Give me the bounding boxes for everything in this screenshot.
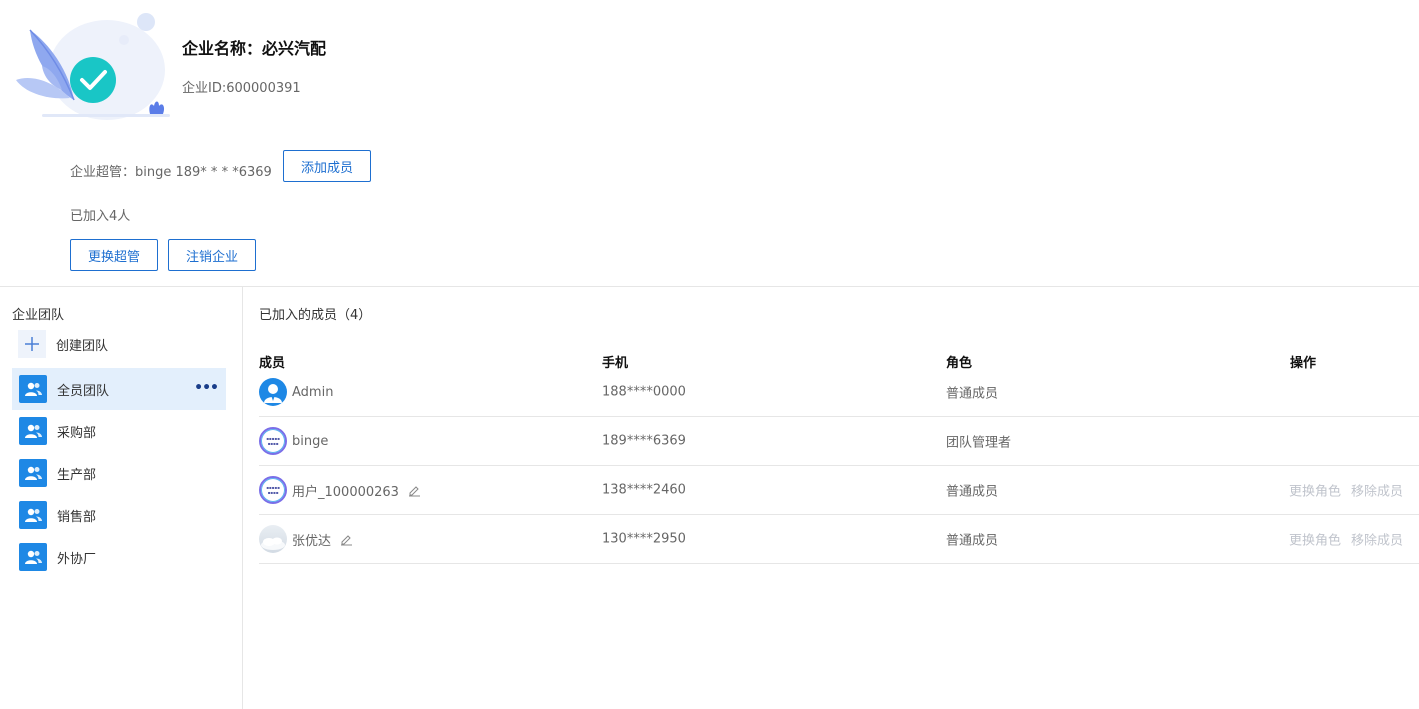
member-row: 张优达 130****2950 普通成员 更换角色 移除成员 xyxy=(259,515,1419,564)
member-phone: 130****2950 xyxy=(602,531,686,547)
member-role: 团队管理者 xyxy=(946,435,1012,451)
team-label: 生产部 xyxy=(57,467,97,483)
member-row: ▪▪▪▪▪ ▪▪▪▪ 用户_100000263 138****2460 普通成员 … xyxy=(259,466,1419,515)
edit-name-icon[interactable] xyxy=(408,484,421,497)
member-role: 普通成员 xyxy=(946,386,999,402)
change-role-link[interactable]: 更换角色 xyxy=(1289,481,1341,500)
member-phone: 189****6369 xyxy=(602,433,686,449)
remove-member-link[interactable]: 移除成员 xyxy=(1351,530,1403,549)
members-title: 已加入的成员（4） xyxy=(259,308,372,323)
member-cell: Admin xyxy=(259,378,333,406)
team-label: 销售部 xyxy=(57,509,97,525)
switch-admin-button[interactable]: 更换超管 xyxy=(70,239,158,271)
remove-member-link[interactable]: 移除成员 xyxy=(1351,481,1403,500)
team-icon xyxy=(19,501,47,529)
logo-avatar: ▪▪▪▪▪ ▪▪▪▪ xyxy=(259,476,287,504)
sidebar-title: 企业团队 xyxy=(12,308,65,323)
member-name: binge xyxy=(292,433,329,449)
company-name: 企业名称：必兴汽配 xyxy=(182,39,327,58)
plus-icon xyxy=(18,330,46,358)
cloud-avatar xyxy=(259,525,287,553)
team-label: 外协厂 xyxy=(57,551,97,567)
member-row: ▪▪▪▪▪ ▪▪▪▪ binge 189****6369 团队管理者 xyxy=(259,417,1419,466)
member-role: 普通成员 xyxy=(946,484,999,500)
company-verified-illustration xyxy=(12,8,177,124)
member-actions: 更换角色 移除成员 xyxy=(1289,530,1413,549)
member-row: Admin 188****0000 普通成员 xyxy=(259,368,1419,417)
change-role-link[interactable]: 更换角色 xyxy=(1289,530,1341,549)
create-team-button[interactable]: 创建团队 xyxy=(18,329,108,359)
member-role: 普通成员 xyxy=(946,533,999,549)
create-team-label: 创建团队 xyxy=(56,338,109,354)
team-label: 全员团队 xyxy=(57,383,110,399)
sidebar-team-all[interactable]: 全员团队 ••• xyxy=(12,368,226,410)
add-member-button[interactable]: 添加成员 xyxy=(283,150,371,182)
member-actions: 更换角色 移除成员 xyxy=(1289,481,1413,500)
sidebar-team-outsourcing[interactable]: 外协厂 xyxy=(12,536,226,578)
admin-avatar xyxy=(259,378,287,406)
member-phone: 188****0000 xyxy=(602,384,686,400)
edit-name-icon[interactable] xyxy=(340,533,353,546)
team-label: 采购部 xyxy=(57,425,97,441)
sidebar-team-sales[interactable]: 销售部 xyxy=(12,494,226,536)
member-name: Admin xyxy=(292,384,334,400)
team-icon xyxy=(19,375,47,403)
joined-count: 已加入4人 xyxy=(70,209,131,224)
team-icon xyxy=(19,543,47,571)
member-cell: 张优达 xyxy=(259,525,353,553)
team-icon xyxy=(19,459,47,487)
section-divider xyxy=(0,286,1419,287)
super-admin-info: 企业超管：binge 189* * * *6369 xyxy=(70,165,272,180)
member-name: 用户_100000263 xyxy=(292,484,399,500)
team-icon xyxy=(19,417,47,445)
cancel-company-button[interactable]: 注销企业 xyxy=(168,239,256,271)
sidebar-divider xyxy=(242,287,243,709)
member-phone: 138****2460 xyxy=(602,482,686,498)
member-cell: ▪▪▪▪▪ ▪▪▪▪ 用户_100000263 xyxy=(259,476,421,504)
member-name: 张优达 xyxy=(292,533,332,549)
logo-avatar: ▪▪▪▪▪ ▪▪▪▪ xyxy=(259,427,287,455)
sidebar-team-purchasing[interactable]: 采购部 xyxy=(12,410,226,452)
more-icon[interactable]: ••• xyxy=(194,380,219,396)
company-id: 企业ID:600000391 xyxy=(182,81,301,96)
sidebar-team-production[interactable]: 生产部 xyxy=(12,452,226,494)
member-cell: ▪▪▪▪▪ ▪▪▪▪ binge xyxy=(259,427,328,455)
